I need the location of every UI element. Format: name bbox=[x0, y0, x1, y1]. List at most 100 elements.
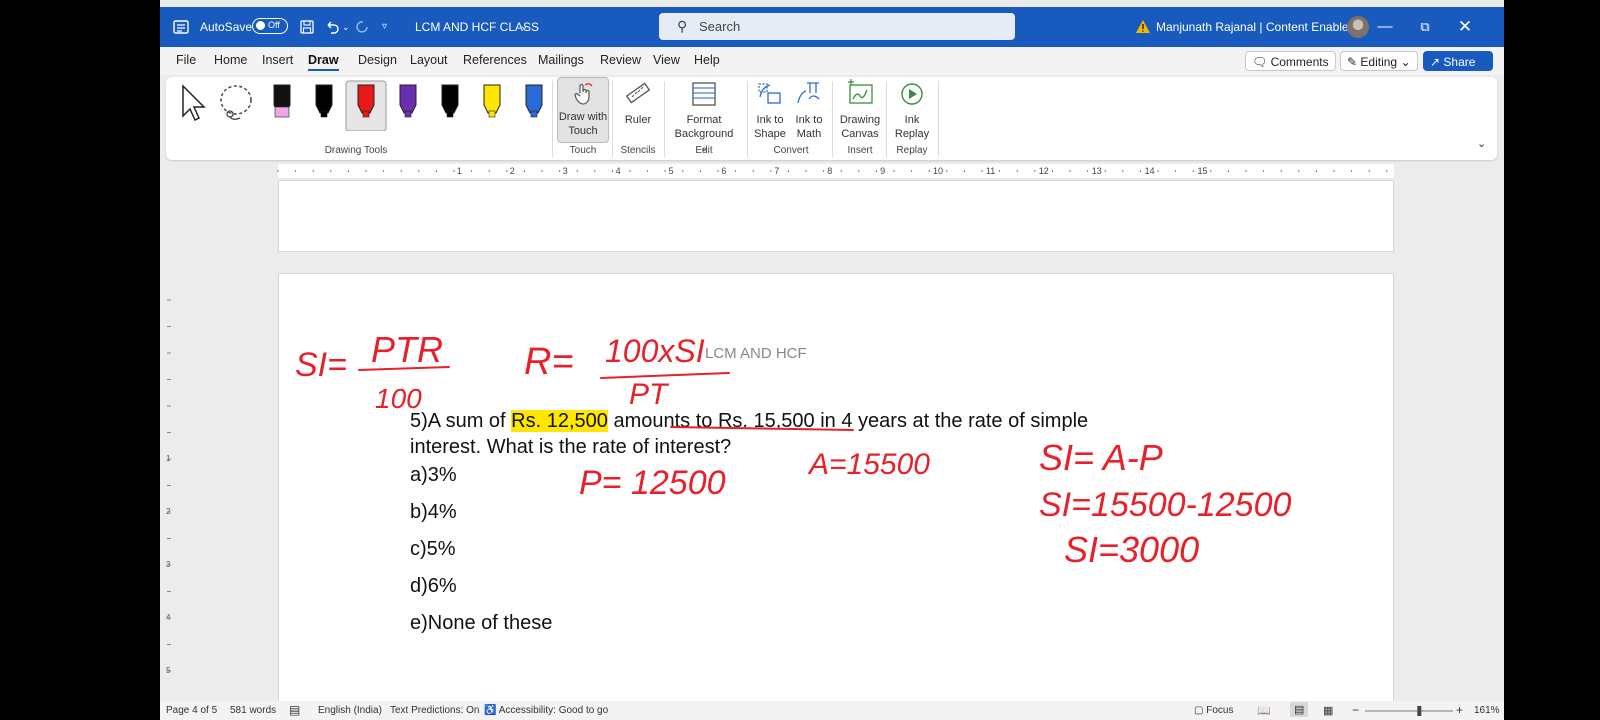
save-icon[interactable] bbox=[299, 19, 315, 35]
ribbon-expand-chevron-icon[interactable]: ⌄ bbox=[1477, 137, 1486, 150]
restore-icon[interactable]: ⧉ bbox=[1405, 7, 1445, 47]
horizontal-ruler: 1 2 3 4 5 6 7 8 9 10 11 12 13 14 15 bbox=[160, 162, 1504, 180]
tab-design[interactable]: Design bbox=[358, 53, 397, 67]
format-background-button[interactable]: Format Background ⌄ bbox=[671, 77, 737, 155]
undo-icon[interactable] bbox=[324, 19, 340, 35]
editing-label: Editing bbox=[1360, 55, 1398, 69]
ink-replay-icon bbox=[901, 83, 923, 105]
drawing-canvas-label-1: Drawing bbox=[839, 114, 881, 126]
ink-to-shape-label-1: Ink to bbox=[756, 114, 784, 126]
ruler-button[interactable]: Ruler bbox=[618, 77, 658, 127]
accessibility-status[interactable]: ♿ Accessibility: Good to go bbox=[484, 705, 608, 716]
highlighter-yellow-icon[interactable] bbox=[483, 84, 501, 118]
pen-red-icon[interactable] bbox=[345, 80, 387, 131]
ruler-number: 10 bbox=[933, 166, 943, 176]
read-mode-icon[interactable]: 📖 bbox=[1257, 704, 1271, 717]
zoom-out-icon[interactable]: − bbox=[1352, 703, 1359, 717]
word-count[interactable]: 581 words bbox=[230, 705, 276, 716]
ink-replay-button[interactable]: Ink Replay bbox=[892, 77, 932, 141]
ink-to-shape-label-2: Shape bbox=[754, 128, 786, 140]
group-edit: Edit bbox=[695, 145, 713, 156]
lasso-select-icon[interactable] bbox=[217, 82, 255, 122]
close-icon[interactable]: ✕ bbox=[1445, 7, 1485, 47]
ink-to-math-label-1: Ink to bbox=[795, 114, 823, 126]
document-page[interactable]: LCM AND HCF 5)A sum of Rs. 12,500 amount… bbox=[278, 273, 1394, 713]
ink-si-denominator: 100 bbox=[375, 383, 422, 414]
print-layout-icon[interactable]: ▤ bbox=[1290, 702, 1309, 717]
word-window: AutoSave Off ⌄ ▿ LCM AND HCF CLASS ⌄ ⚲ S… bbox=[160, 0, 1504, 720]
zoom-in-icon[interactable]: + bbox=[1456, 703, 1463, 717]
ruler-number: 6 bbox=[721, 166, 726, 176]
tab-help[interactable]: Help bbox=[694, 53, 720, 67]
tab-references[interactable]: References bbox=[463, 53, 527, 67]
divider bbox=[938, 81, 939, 157]
share-label: Share bbox=[1443, 55, 1476, 69]
title-bar: AutoSave Off ⌄ ▿ LCM AND HCF CLASS ⌄ ⚲ S… bbox=[160, 7, 1504, 47]
accessibility-label: Accessibility: Good to go bbox=[498, 705, 609, 716]
ribbon-tabs: File Home Insert Draw Design Layout Refe… bbox=[160, 47, 1504, 89]
divider bbox=[552, 81, 553, 157]
pen-purple-icon[interactable] bbox=[399, 84, 417, 118]
tab-mailings[interactable]: Mailings bbox=[538, 53, 584, 67]
document-page-previous bbox=[278, 180, 1394, 252]
tab-review[interactable]: Review bbox=[600, 53, 641, 67]
tab-home[interactable]: Home bbox=[214, 53, 247, 67]
text-predictions[interactable]: Text Predictions: On bbox=[390, 705, 479, 716]
group-insert: Insert bbox=[847, 145, 873, 156]
zoom-level[interactable]: 161% bbox=[1474, 705, 1500, 716]
tab-layout[interactable]: Layout bbox=[410, 53, 448, 67]
group-touch: Touch bbox=[569, 145, 597, 156]
redo-icon[interactable] bbox=[355, 19, 371, 35]
ink-a-value: A=15500 bbox=[807, 448, 930, 481]
warning-icon[interactable] bbox=[1135, 19, 1151, 34]
editing-mode-button[interactable]: ✎ Editing ⌄ bbox=[1340, 51, 1418, 71]
drawing-canvas-icon bbox=[848, 79, 873, 104]
ink-to-shape-button[interactable]: Ink to Shape bbox=[751, 77, 789, 141]
tab-insert[interactable]: Insert bbox=[262, 53, 293, 67]
ruler-number: 1 bbox=[457, 166, 462, 176]
zoom-slider[interactable] bbox=[1365, 705, 1453, 717]
user-name[interactable]: Manjunath Rajanal | Content Enablers bbox=[1156, 7, 1359, 47]
drawing-canvas-button[interactable]: Drawing Canvas bbox=[837, 77, 883, 141]
ruler-label: Ruler bbox=[624, 114, 652, 126]
ruler-number: 7 bbox=[774, 166, 779, 176]
draw-with-touch-button[interactable]: Draw with Touch bbox=[557, 77, 609, 143]
autosave-toggle[interactable]: Off bbox=[252, 18, 288, 34]
comments-button[interactable]: 🗨 Comments bbox=[1245, 51, 1336, 71]
ink-underline bbox=[670, 426, 854, 431]
select-cursor-icon[interactable] bbox=[178, 82, 208, 122]
undo-dropdown-icon[interactable]: ⌄ bbox=[342, 7, 350, 47]
tab-file[interactable]: File bbox=[176, 53, 196, 67]
ink-to-math-button[interactable]: Ink to Math bbox=[790, 77, 828, 141]
ink-to-math-icon bbox=[797, 82, 820, 104]
group-stencils: Stencils bbox=[620, 145, 656, 156]
search-input[interactable]: ⚲ Search bbox=[659, 13, 1015, 40]
ink-si-eq1: SI= A-P bbox=[1039, 437, 1163, 478]
divider bbox=[832, 81, 833, 157]
group-drawing-tools: Drawing Tools bbox=[324, 145, 388, 156]
tab-view[interactable]: View bbox=[653, 53, 680, 67]
customize-toolbar-icon[interactable]: ▿ bbox=[382, 7, 387, 47]
share-button[interactable]: ↗ Share ⌄ bbox=[1423, 51, 1493, 89]
language[interactable]: English (India) bbox=[318, 705, 382, 716]
title-chevron-icon[interactable]: ⌄ bbox=[520, 7, 528, 47]
page-count[interactable]: Page 4 of 5 bbox=[166, 705, 217, 716]
autosave-label: AutoSave bbox=[200, 20, 253, 34]
pen-black-icon[interactable] bbox=[315, 84, 333, 118]
ruler-number: 9 bbox=[880, 166, 885, 176]
proofing-icon[interactable]: ▤ bbox=[289, 703, 300, 717]
ink-p-value: P= 12500 bbox=[579, 464, 726, 502]
tab-draw[interactable]: Draw bbox=[308, 53, 339, 71]
ink-si-eq3: SI=3000 bbox=[1064, 529, 1199, 570]
zoom-slider-thumb[interactable] bbox=[1417, 706, 1422, 716]
pen-black-galaxy-icon[interactable] bbox=[441, 84, 459, 118]
ruler-number: 14 bbox=[1145, 166, 1155, 176]
minimize-icon[interactable]: — bbox=[1365, 7, 1405, 47]
pen-pink-highlighter-icon[interactable] bbox=[273, 84, 291, 118]
search-icon: ⚲ bbox=[677, 18, 688, 34]
ink-replay-label-2: Replay bbox=[894, 128, 930, 140]
web-layout-icon[interactable]: ▦ bbox=[1323, 704, 1333, 717]
focus-button[interactable]: ▢ Focus bbox=[1194, 705, 1233, 716]
format-background-icon bbox=[692, 82, 716, 106]
pen-blue-galaxy-icon[interactable] bbox=[525, 84, 543, 118]
